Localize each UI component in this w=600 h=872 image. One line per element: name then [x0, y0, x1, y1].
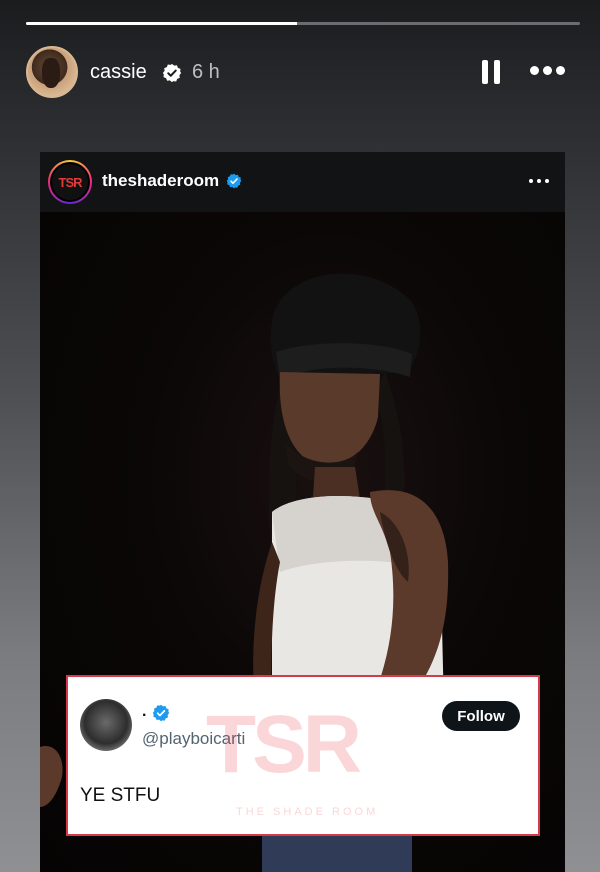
- more-options-icon: [556, 66, 565, 75]
- follow-button[interactable]: Follow: [442, 701, 520, 731]
- tsr-logo: TSR: [50, 162, 90, 202]
- more-options-icon: [543, 66, 552, 75]
- story-progress-fill: [26, 22, 298, 25]
- tweet-handle[interactable]: @playboicarti: [142, 729, 245, 749]
- verified-badge-icon: [152, 704, 170, 722]
- verified-badge-icon: [226, 173, 242, 189]
- pause-icon: [494, 60, 500, 84]
- tweet-display-name: .: [142, 703, 147, 720]
- more-options-icon: [537, 179, 541, 183]
- tweet-text: YE STFU: [80, 785, 161, 806]
- story-username[interactable]: cassie: [90, 61, 147, 84]
- more-options-icon: [529, 179, 533, 183]
- post-author-avatar[interactable]: TSR: [48, 160, 92, 204]
- tweet-card[interactable]: . @playboicarti Follow YE STFU: [66, 675, 540, 836]
- post-more-options-button[interactable]: [529, 179, 549, 184]
- verified-badge-icon: [162, 63, 182, 83]
- post-username[interactable]: theshaderoom: [102, 171, 219, 191]
- story-header: cassie 6 h: [26, 46, 574, 98]
- story-author-avatar[interactable]: [26, 46, 78, 98]
- pause-button[interactable]: [482, 60, 500, 84]
- post-header: TSR theshaderoom: [40, 152, 565, 212]
- more-options-icon: [545, 179, 549, 183]
- pause-icon: [482, 60, 488, 84]
- more-options-button[interactable]: [530, 66, 566, 78]
- more-options-icon: [530, 66, 539, 75]
- tweet-author-avatar[interactable]: [80, 699, 132, 751]
- story-progress-bar: [26, 22, 580, 25]
- story-timestamp: 6 h: [192, 61, 220, 83]
